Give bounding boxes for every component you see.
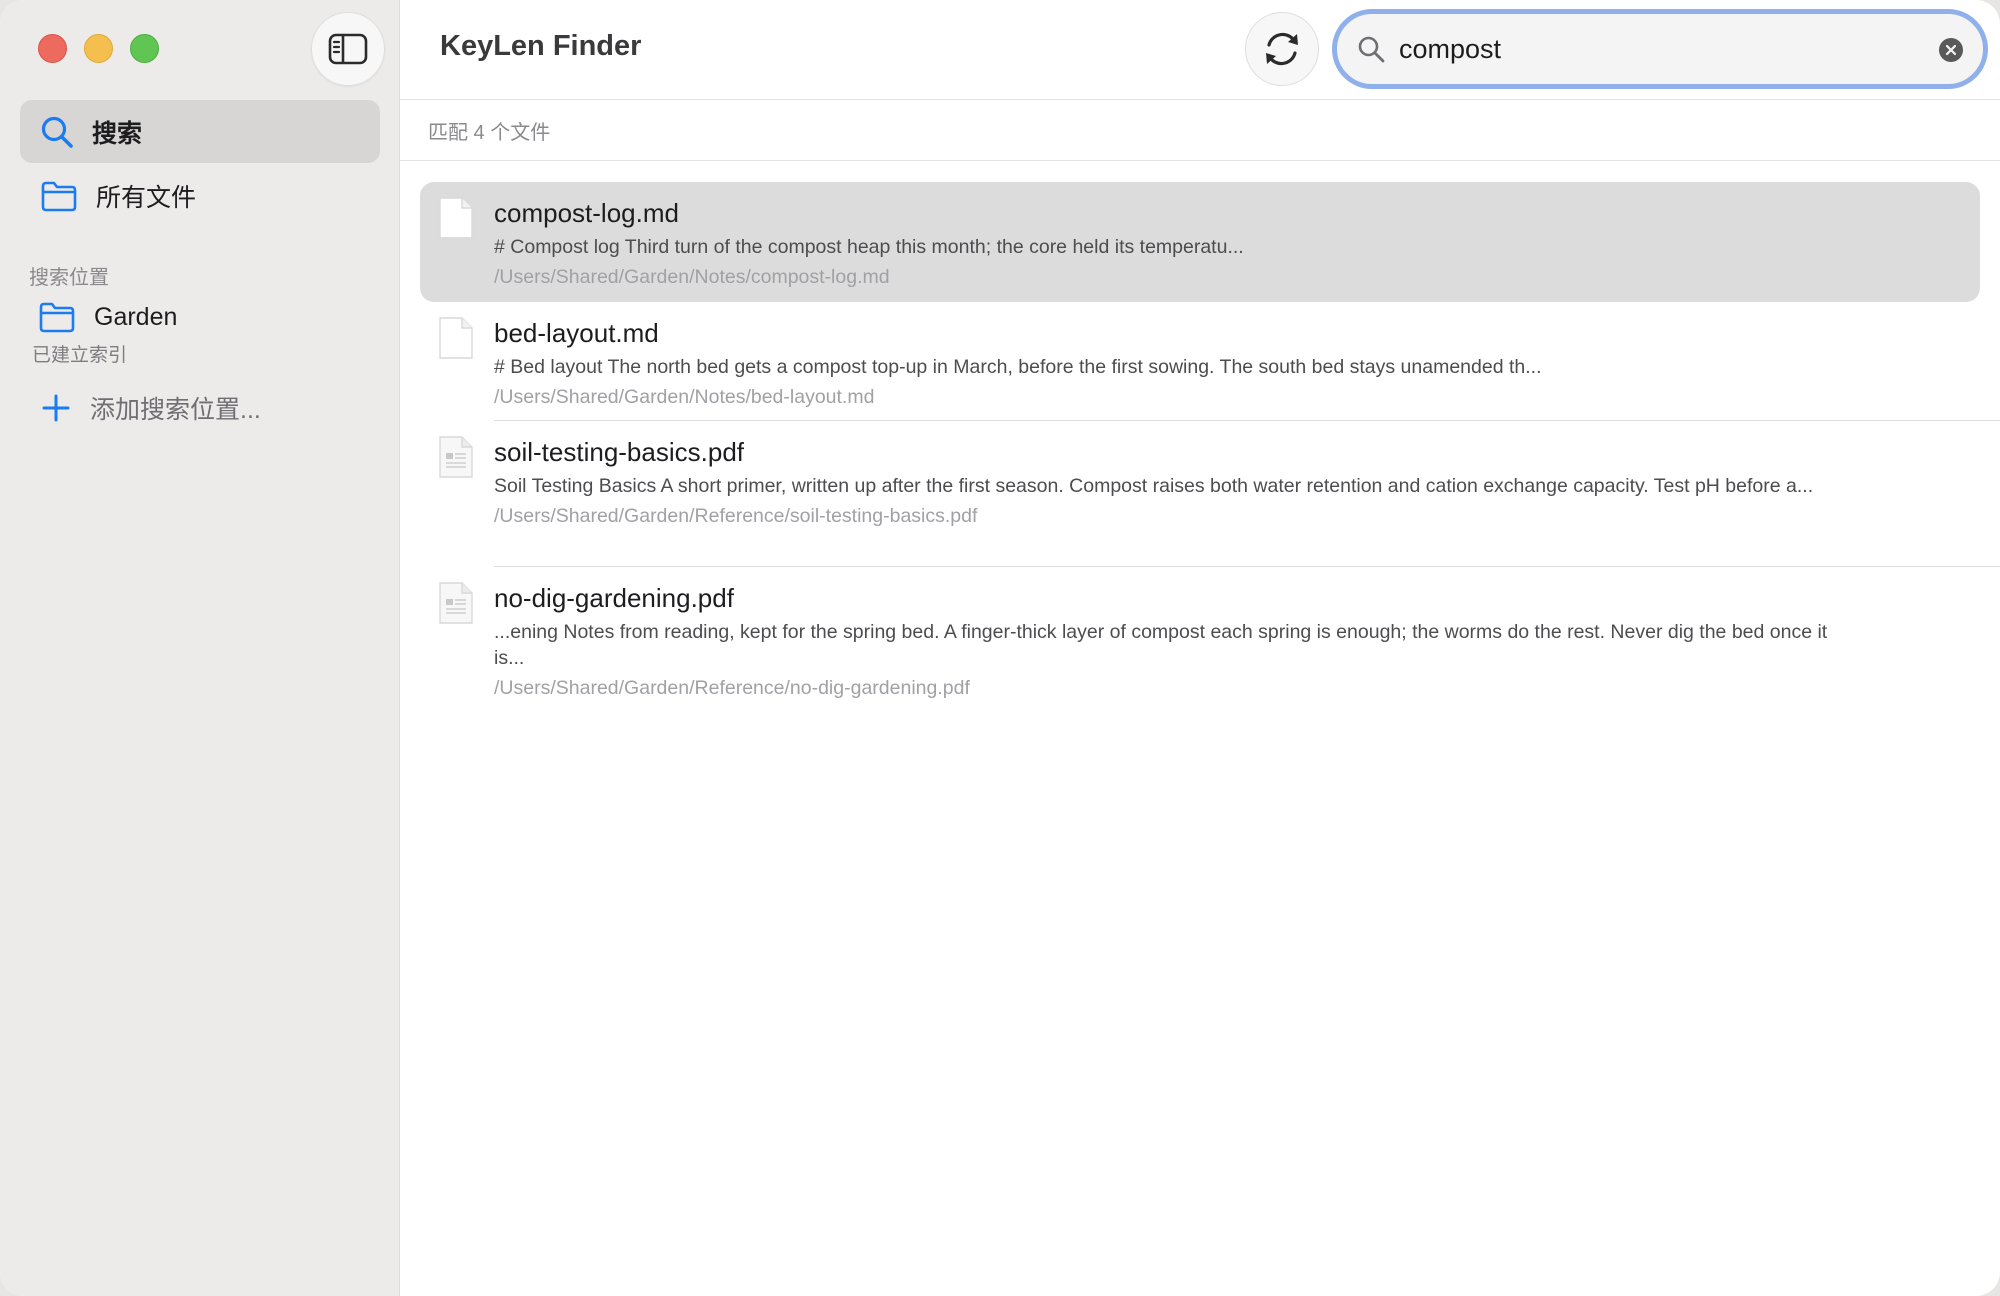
result-title: bed-layout.md xyxy=(494,318,659,348)
result-item[interactable]: bed-layout.md # Bed layout The north bed… xyxy=(420,302,1980,420)
close-icon xyxy=(1945,44,1957,56)
pdf-document-icon xyxy=(439,436,473,478)
result-path: /Users/Shared/Garden/Reference/no-dig-ga… xyxy=(494,677,970,699)
result-snippet: ...ening Notes from reading, kept for th… xyxy=(494,621,1828,669)
close-window-button[interactable] xyxy=(38,34,67,63)
search-icon xyxy=(41,116,73,148)
sidebar: 搜索 所有文件 搜索位置 Garden 已建立索引 添加搜索位置... xyxy=(0,0,400,1296)
result-title: soil-testing-basics.pdf xyxy=(494,437,744,467)
window-controls xyxy=(38,34,159,63)
add-location-label: 添加搜索位置... xyxy=(90,396,261,424)
pdf-document-icon xyxy=(439,582,473,624)
search-field[interactable] xyxy=(1332,9,1988,89)
app-window: 搜索 所有文件 搜索位置 Garden 已建立索引 添加搜索位置... KeyL… xyxy=(0,0,2000,1296)
sidebar-item-search[interactable]: 搜索 xyxy=(20,100,380,163)
refresh-button[interactable] xyxy=(1245,12,1319,86)
result-item[interactable]: soil-testing-basics.pdf Soil Testing Bas… xyxy=(420,421,1980,566)
toolbar: KeyLen Finder xyxy=(400,0,2000,100)
zoom-window-button[interactable] xyxy=(130,34,159,63)
sidebar-icon xyxy=(328,33,368,65)
add-location-button[interactable]: 添加搜索位置... xyxy=(20,384,261,432)
match-count: 匹配 4 个文件 xyxy=(428,121,551,144)
match-count-bar: 匹配 4 个文件 xyxy=(400,100,2000,161)
sidebar-item-all-files[interactable]: 所有文件 xyxy=(20,164,380,227)
folder-icon xyxy=(41,181,77,211)
result-item[interactable]: compost-log.md # Compost log Third turn … xyxy=(420,182,1980,302)
location-index-status: 已建立索引 xyxy=(32,345,128,366)
document-icon xyxy=(439,197,473,239)
location-name: Garden xyxy=(94,302,178,331)
result-snippet: Soil Testing Basics A short primer, writ… xyxy=(494,475,1814,497)
main-content: KeyLen Finder compost 匹配 4 个文件 compost-l… xyxy=(400,0,2000,1296)
result-item[interactable]: no-dig-gardening.pdf ...ening Notes from… xyxy=(420,567,1980,712)
result-title: no-dig-gardening.pdf xyxy=(494,583,734,613)
sidebar-item-label: 所有文件 xyxy=(96,183,197,212)
results-list: compost-log.md # Compost log Third turn … xyxy=(420,182,2000,712)
folder-icon xyxy=(39,302,75,333)
clear-search-button[interactable] xyxy=(1939,38,1963,62)
document-icon xyxy=(439,317,473,359)
plus-icon xyxy=(42,394,70,422)
minimize-window-button[interactable] xyxy=(84,34,113,63)
window-title: KeyLen Finder xyxy=(440,30,642,62)
search-locations-heading: 搜索位置 xyxy=(29,267,109,289)
sidebar-item-garden[interactable]: Garden 已建立索引 xyxy=(20,296,380,376)
result-snippet: # Compost log Third turn of the compost … xyxy=(494,236,1244,258)
result-title: compost-log.md xyxy=(494,198,679,228)
search-icon xyxy=(1358,36,1385,63)
sidebar-toggle-button[interactable] xyxy=(311,12,385,86)
result-path: /Users/Shared/Garden/Notes/compost-log.m… xyxy=(494,266,890,288)
search-input[interactable] xyxy=(1399,33,1919,65)
sidebar-item-label: 搜索 xyxy=(92,119,143,148)
result-path: /Users/Shared/Garden/Notes/bed-layout.md xyxy=(494,386,875,408)
refresh-icon xyxy=(1266,32,1298,66)
result-snippet: # Bed layout The north bed gets a compos… xyxy=(494,356,1542,378)
result-path: /Users/Shared/Garden/Reference/soil-test… xyxy=(494,505,978,527)
